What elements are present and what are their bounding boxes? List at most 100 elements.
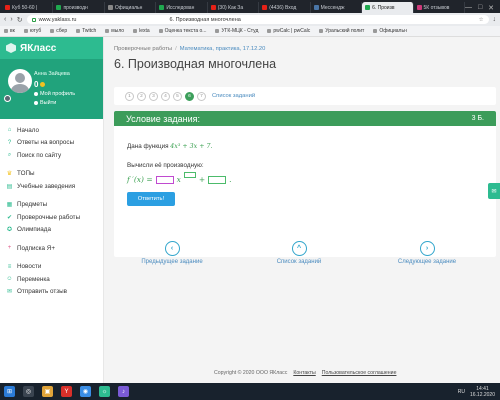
task-list-link[interactable]: Список заданий bbox=[212, 93, 255, 99]
page-button[interactable]: 1 bbox=[125, 91, 134, 101]
agreement-link[interactable]: Пользовательское соглашение bbox=[322, 370, 397, 376]
sidebar-item[interactable]: ▤ Учебные заведения bbox=[0, 180, 103, 193]
bookmark-item[interactable]: Оценка текста о... bbox=[158, 28, 206, 34]
download-icon[interactable]: ↓ bbox=[493, 16, 497, 23]
browser-tab[interactable]: Исследован bbox=[156, 2, 208, 13]
sidebar-item[interactable]: ▦ Предметы bbox=[0, 199, 103, 212]
reload-icon[interactable]: ↻ bbox=[17, 16, 23, 24]
constant-input[interactable] bbox=[208, 176, 227, 184]
music-icon[interactable]: ♪ bbox=[118, 386, 129, 397]
sidebar-item[interactable]: ⌂ Начало bbox=[0, 124, 103, 137]
search-icon[interactable]: ◎ bbox=[23, 386, 34, 397]
task-condition: Дана функция 4x³ + 3x + 7. bbox=[127, 143, 213, 150]
app-icon[interactable]: ☼ bbox=[99, 386, 110, 397]
task-pager: 1 2 3 4 5 6 7 Список заданий bbox=[114, 87, 496, 105]
bookmark-item[interactable]: pwCalc | pwCalc bbox=[267, 28, 310, 34]
start-icon[interactable]: ⊞ bbox=[4, 386, 15, 397]
page-button-current[interactable]: 6 bbox=[185, 91, 194, 101]
sidebar-item[interactable]: ♛ ТОПы bbox=[0, 168, 103, 181]
coefficient-input[interactable] bbox=[155, 176, 174, 184]
formula-end: . bbox=[229, 175, 232, 184]
arrow-up-icon: ^ bbox=[291, 241, 307, 256]
forward-icon[interactable]: › bbox=[10, 16, 12, 23]
favicon-icon bbox=[210, 5, 216, 10]
task-list-button[interactable]: ^ Список заданий bbox=[259, 241, 339, 265]
breadcrumb-item[interactable]: Математика, практика, 17.12.20 bbox=[180, 46, 266, 52]
sidebar-item[interactable]: ✪ Олимпиада bbox=[0, 224, 103, 237]
page-button[interactable]: 2 bbox=[137, 91, 146, 101]
page-button[interactable]: 3 bbox=[149, 91, 158, 101]
task-list-label: Список заданий bbox=[276, 259, 322, 265]
next-task-button[interactable]: › Следующее задание bbox=[387, 241, 467, 265]
bookmark-icon bbox=[319, 29, 324, 33]
window-controls: — □ ✕ bbox=[465, 2, 500, 13]
bookmark-item[interactable]: lexta bbox=[133, 28, 150, 34]
minimize-icon[interactable]: — bbox=[465, 4, 472, 11]
bookmark-star-icon[interactable]: ☆ bbox=[479, 17, 484, 23]
bookmark-item[interactable]: ютуб bbox=[23, 28, 41, 34]
logout-icon bbox=[34, 101, 38, 105]
sidebar-item[interactable]: + Подписка Я+ bbox=[0, 242, 103, 255]
sidebar-item[interactable]: ☺ Переменка bbox=[0, 273, 103, 286]
browser-tab[interactable]: производн bbox=[53, 2, 105, 13]
prev-task-button[interactable]: ‹ Предыдущее задание bbox=[132, 241, 212, 265]
page-title: 6. Производная многочлена bbox=[114, 57, 277, 71]
url-field[interactable]: www.yaklass.ru 6. Производная многочлена… bbox=[26, 15, 489, 24]
page-title-center: 6. Производная многочлена bbox=[169, 16, 241, 23]
break-icon: ☺ bbox=[6, 276, 13, 283]
language-indicator[interactable]: RU bbox=[458, 389, 465, 395]
bookmark-item[interactable]: Twitch bbox=[76, 28, 96, 34]
browser-tab[interactable]: Мессендж bbox=[311, 2, 363, 13]
page-button[interactable]: 4 bbox=[161, 91, 170, 101]
bookmark-icon bbox=[50, 29, 55, 33]
bookmark-item[interactable]: мыло bbox=[105, 28, 124, 34]
breadcrumb-item[interactable]: Проверочные работы bbox=[114, 46, 172, 52]
browser-tab[interactable]: (4436) Вход bbox=[259, 2, 311, 13]
browser-tab[interactable]: Куб 50-60 | bbox=[2, 2, 54, 13]
bookmark-item[interactable]: УГК-МЦК - Студ bbox=[215, 28, 258, 34]
logo[interactable]: ЯКласс bbox=[0, 37, 103, 59]
level-badge-icon bbox=[4, 95, 11, 102]
answer-button[interactable]: Ответить! bbox=[127, 192, 175, 206]
file-explorer-icon[interactable]: ▣ bbox=[42, 386, 53, 397]
bookmark-icon bbox=[267, 29, 272, 33]
exponent-input[interactable] bbox=[183, 172, 196, 178]
close-icon[interactable]: ✕ bbox=[488, 4, 494, 12]
contacts-link[interactable]: Контакты bbox=[293, 370, 315, 376]
news-icon: ≡ bbox=[7, 263, 12, 270]
my-profile-link[interactable]: Мой профиль bbox=[34, 91, 75, 97]
sidebar-item[interactable]: ? Ответы на вопросы bbox=[0, 137, 103, 150]
bookmark-item[interactable]: сбер bbox=[50, 28, 67, 34]
task-question: Вычисли её производную: bbox=[127, 162, 204, 169]
sidebar-item[interactable]: ✔ Проверочные работы bbox=[0, 211, 103, 224]
sidebar-item[interactable]: ⌕ Поиск по сайту bbox=[0, 149, 103, 162]
task-card: Условие задания: 3 Б. Дана функция 4x³ +… bbox=[114, 111, 496, 257]
back-icon[interactable]: ‹ bbox=[4, 16, 6, 23]
check-icon: ✔ bbox=[6, 214, 13, 221]
tab-label: Мессендж bbox=[320, 4, 345, 11]
chrome-icon[interactable]: ◉ bbox=[80, 386, 91, 397]
browser-tab-active[interactable]: 6. Произв bbox=[362, 2, 414, 13]
bookmark-item[interactable]: Официальн bbox=[373, 28, 407, 34]
tab-label: 6. Произв bbox=[372, 4, 395, 11]
clock[interactable]: 14:41 16.12.2020 bbox=[470, 386, 495, 398]
sidebar-item[interactable]: ✉ Отправить отзыв bbox=[0, 286, 103, 299]
page-button[interactable]: 7 bbox=[197, 91, 206, 101]
sidebar-item-label: Олимпиада bbox=[17, 226, 51, 234]
avatar[interactable] bbox=[8, 69, 32, 93]
sidebar-item-label: Ответы на вопросы bbox=[17, 139, 75, 147]
bookmark-item[interactable]: Уральский полит bbox=[319, 28, 364, 34]
logout-link[interactable]: Выйти bbox=[34, 100, 56, 106]
derivative-prefix: f ′(x) = bbox=[127, 175, 153, 184]
bookmark-item[interactable]: вк bbox=[4, 28, 15, 34]
tab-label: Куб 50-60 | bbox=[12, 4, 38, 11]
maximize-icon[interactable]: □ bbox=[478, 4, 482, 11]
sidebar-item[interactable]: ≡ Новости bbox=[0, 261, 103, 274]
browser-tab[interactable]: 5К отзывов bbox=[414, 2, 465, 13]
chat-icon[interactable]: ✉ bbox=[488, 183, 500, 199]
browser-tab[interactable]: Официальн bbox=[105, 2, 157, 13]
yandex-browser-icon[interactable]: Y bbox=[61, 386, 72, 397]
page-button[interactable]: 5 bbox=[173, 91, 182, 101]
bookmark-icon bbox=[4, 29, 8, 33]
browser-tab[interactable]: (30) Как За bbox=[208, 2, 260, 13]
